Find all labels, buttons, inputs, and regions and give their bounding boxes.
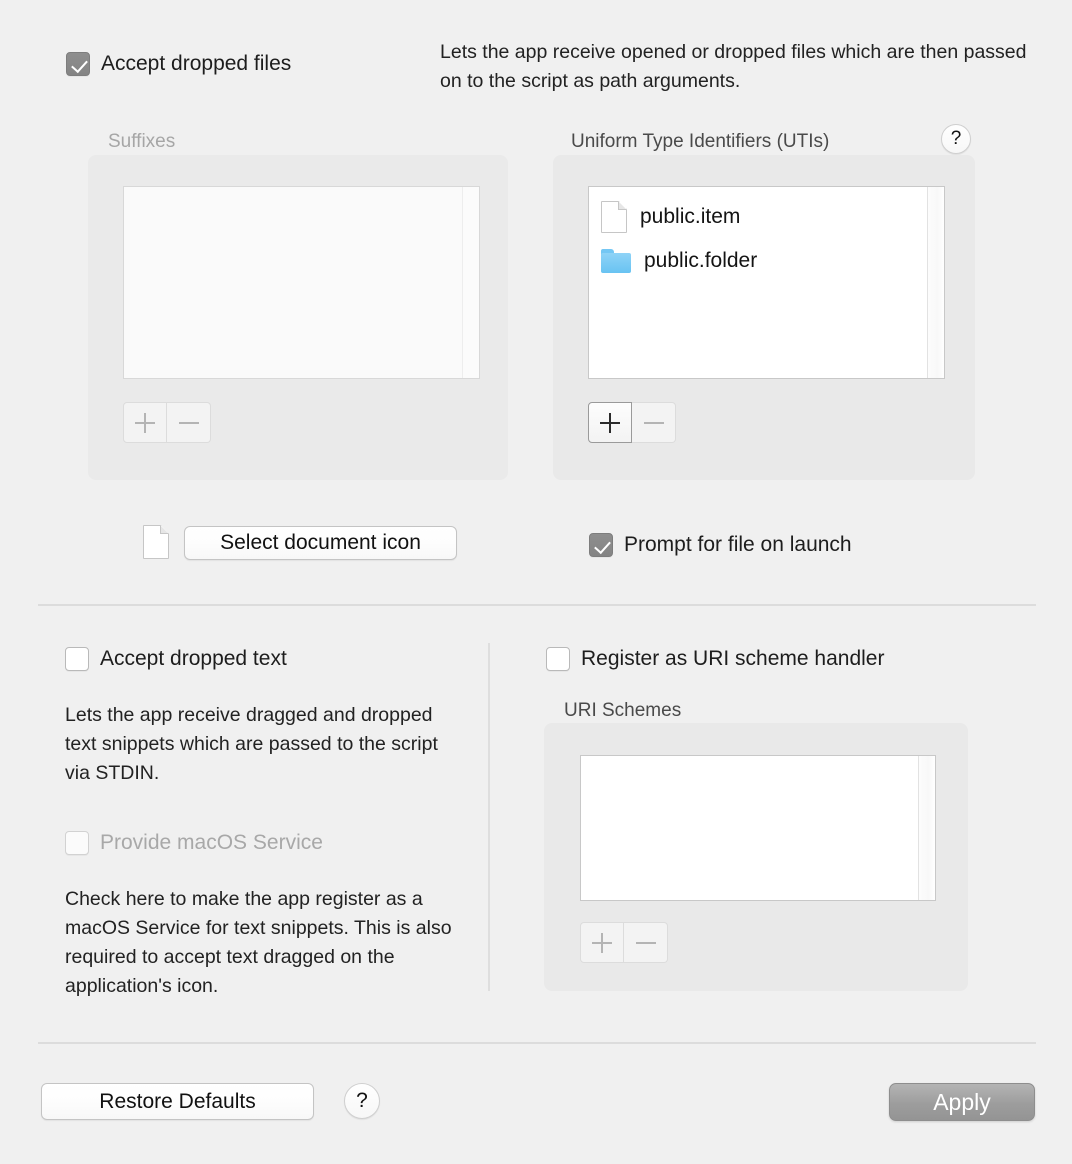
accept-dropped-files-label: Accept dropped files xyxy=(101,52,292,75)
uri-schemes-scrollbar[interactable] xyxy=(918,756,935,900)
minus-icon xyxy=(178,413,199,433)
apply-label: Apply xyxy=(933,1088,991,1115)
provide-macos-service-description: Check here to make the app register as a… xyxy=(65,888,452,997)
accept-dropped-text-description: Lets the app receive dragged and dropped… xyxy=(65,704,438,784)
question-mark-icon: ? xyxy=(356,1089,368,1112)
suffixes-group-label: Suffixes xyxy=(108,131,176,152)
suffixes-list-content[interactable] xyxy=(124,187,462,378)
accept-dropped-files-description: Lets the app receive opened or dropped f… xyxy=(440,41,1027,92)
minus-icon xyxy=(643,413,664,433)
uri-schemes-group-label: URI Schemes xyxy=(564,700,682,721)
uri-schemes-list-content[interactable] xyxy=(581,756,918,900)
uri-schemes-remove-button[interactable] xyxy=(624,922,668,963)
utis-list-content[interactable]: public.item public.folder xyxy=(589,187,927,378)
accept-dropped-text-label: Accept dropped text xyxy=(100,647,287,670)
register-uri-scheme-row[interactable]: Register as URI scheme handler xyxy=(546,647,884,671)
utis-add-button[interactable] xyxy=(588,402,632,443)
accept-dropped-files-checkbox[interactable] xyxy=(66,52,90,76)
provide-macos-service-row[interactable]: Provide macOS Service xyxy=(65,831,323,855)
prompt-for-file-label: Prompt for file on launch xyxy=(624,533,852,556)
apply-button[interactable]: Apply xyxy=(889,1083,1035,1121)
document-icon xyxy=(601,201,627,233)
list-item[interactable]: public.folder xyxy=(589,239,927,283)
utis-add-remove-group[interactable] xyxy=(588,402,676,443)
footer-help-button[interactable]: ? xyxy=(344,1083,380,1119)
utis-group-label: Uniform Type Identifiers (UTIs) xyxy=(571,131,830,152)
uri-schemes-list[interactable] xyxy=(580,755,936,901)
accept-dropped-files-row[interactable]: Accept dropped files xyxy=(66,52,291,76)
utis-list[interactable]: public.item public.folder xyxy=(588,186,945,379)
suffixes-add-remove-group[interactable] xyxy=(123,402,211,443)
restore-defaults-label: Restore Defaults xyxy=(99,1089,256,1113)
list-item[interactable]: public.item xyxy=(589,195,927,239)
utis-help-button[interactable]: ? xyxy=(941,124,971,154)
plus-icon xyxy=(135,412,155,433)
section-divider-bottom xyxy=(38,1042,1036,1044)
prompt-for-file-row[interactable]: Prompt for file on launch xyxy=(589,533,852,557)
list-item-label: public.folder xyxy=(644,249,758,272)
section-divider-top xyxy=(38,604,1036,606)
restore-defaults-button[interactable]: Restore Defaults xyxy=(41,1083,314,1120)
accept-dropped-text-row[interactable]: Accept dropped text xyxy=(65,647,287,671)
register-uri-scheme-checkbox[interactable] xyxy=(546,647,570,671)
document-icon xyxy=(143,525,169,559)
folder-icon xyxy=(601,249,631,273)
provide-macos-service-label: Provide macOS Service xyxy=(100,831,323,854)
suffixes-list[interactable] xyxy=(123,186,480,379)
provide-macos-service-checkbox[interactable] xyxy=(65,831,89,855)
select-document-icon-button[interactable]: Select document icon xyxy=(184,526,457,560)
plus-icon xyxy=(592,932,612,953)
uri-schemes-add-remove-group[interactable] xyxy=(580,922,668,963)
plus-icon xyxy=(600,412,620,433)
prompt-for-file-checkbox[interactable] xyxy=(589,533,613,557)
utis-scrollbar[interactable] xyxy=(927,187,944,378)
uri-schemes-add-button[interactable] xyxy=(580,922,624,963)
register-uri-scheme-label: Register as URI scheme handler xyxy=(581,647,885,670)
suffixes-add-button[interactable] xyxy=(123,402,167,443)
list-item-label: public.item xyxy=(640,205,741,228)
question-mark-icon: ? xyxy=(950,128,962,149)
suffixes-remove-button[interactable] xyxy=(167,402,211,443)
accept-dropped-text-checkbox[interactable] xyxy=(65,647,89,671)
suffixes-scrollbar[interactable] xyxy=(462,187,479,378)
minus-icon xyxy=(635,933,656,953)
column-divider xyxy=(488,643,490,991)
select-document-icon-label: Select document icon xyxy=(220,531,421,554)
utis-remove-button[interactable] xyxy=(632,402,676,443)
